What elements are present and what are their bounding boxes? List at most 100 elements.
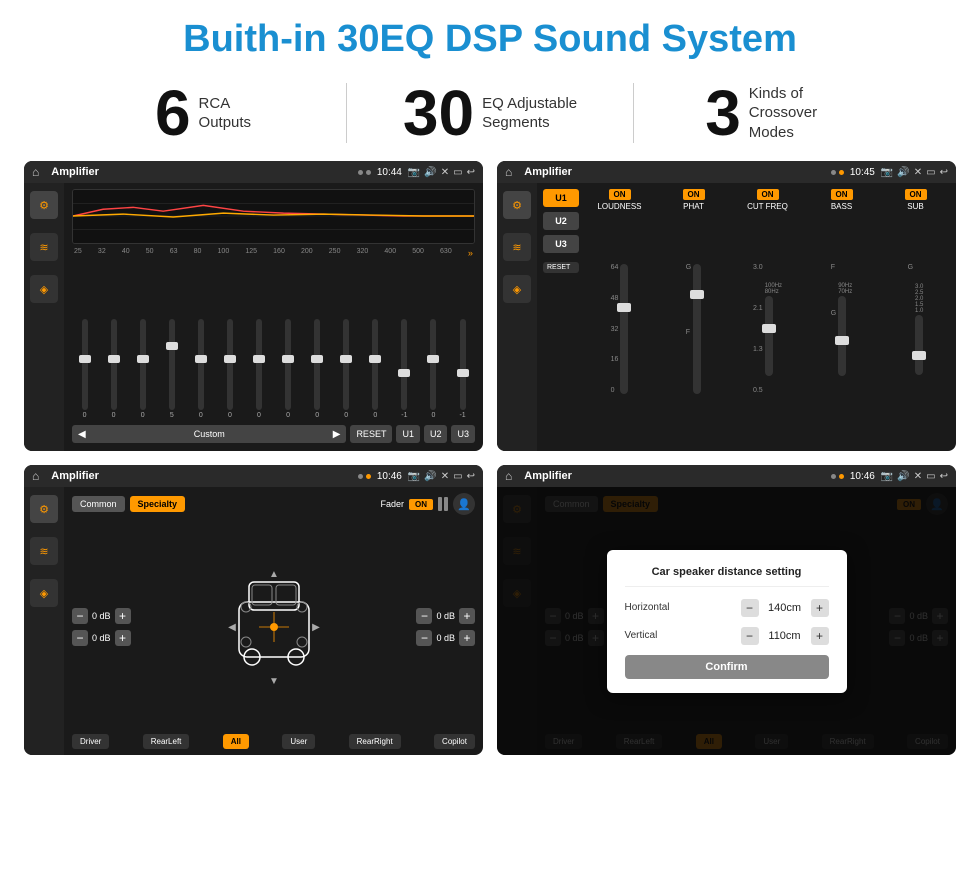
btn-rearright[interactable]: RearRight — [349, 734, 401, 749]
fader-sidebar-btn-3[interactable]: ◈ — [30, 579, 58, 607]
loudness-on[interactable]: ON — [609, 189, 631, 200]
stat-rca: 6 RCAOutputs — [60, 81, 346, 145]
eq-slider-12: -1 — [392, 319, 417, 419]
crossover-reset[interactable]: RESET — [543, 262, 579, 273]
channel-bass: ON BASS FG 90Hz70Hz — [807, 189, 876, 445]
eq-sidebar-btn-1[interactable]: ⚙ — [30, 191, 58, 219]
fader-fl-plus[interactable]: + — [115, 608, 131, 624]
eq-u3-btn[interactable]: U3 — [451, 425, 475, 443]
cutfreq-on[interactable]: ON — [757, 189, 779, 200]
fader-rl-plus[interactable]: + — [115, 630, 131, 646]
eq-u1-btn[interactable]: U1 — [396, 425, 420, 443]
fader-fr-plus[interactable]: + — [459, 608, 475, 624]
status-dots-3 — [358, 474, 371, 479]
horizontal-minus[interactable]: − — [741, 599, 759, 617]
fader-right: − 0 dB + − 0 dB + — [416, 608, 475, 646]
status-bar-3: ⌂ Amplifier 10:46 📷 🔊 ✕ ▭ ↩ — [24, 465, 483, 487]
dialog-vertical-label: Vertical — [625, 630, 658, 641]
cross-sidebar-btn-3[interactable]: ◈ — [503, 275, 531, 303]
close-icon: ✕ — [441, 167, 449, 178]
fader-fr-row: − 0 dB + — [416, 608, 475, 624]
btn-all[interactable]: All — [223, 734, 249, 749]
preset-u3[interactable]: U3 — [543, 235, 579, 253]
loudness-slider-area: 644832160 — [611, 213, 629, 445]
phat-slider[interactable] — [693, 264, 701, 394]
fader-on-toggle[interactable]: ON — [409, 499, 433, 510]
bass-on[interactable]: ON — [831, 189, 853, 200]
phat-on[interactable]: ON — [683, 189, 705, 200]
camera-icon-3: 📷 — [408, 471, 420, 482]
horizontal-plus[interactable]: + — [811, 599, 829, 617]
fader-left: − 0 dB + − 0 dB + — [72, 608, 131, 646]
stat-label-rca: RCAOutputs — [199, 94, 252, 133]
dialog-overlay: Car speaker distance setting Horizontal … — [497, 487, 956, 755]
eq-left-arrow[interactable]: ◀ — [78, 429, 86, 440]
home-icon-1[interactable]: ⌂ — [32, 165, 39, 179]
sub-slider[interactable] — [915, 315, 923, 375]
dialog-vertical-row: Vertical − 110cm + — [625, 627, 829, 645]
screen-crossover: ⌂ Amplifier 10:45 📷 🔊 ✕ ▭ ↩ ⚙ ≋ ◈ — [497, 161, 956, 451]
fader-settings-icon[interactable]: 👤 — [453, 493, 475, 515]
fader-fl-minus[interactable]: − — [72, 608, 88, 624]
eq-slider-10: 0 — [334, 319, 359, 419]
cross-sidebar-btn-2[interactable]: ≋ — [503, 233, 531, 261]
status-icons-3: 📷 🔊 ✕ ▭ ↩ — [408, 471, 475, 482]
eq-right-arrow[interactable]: ▶ — [333, 429, 341, 440]
horizontal-value: 140cm — [765, 602, 805, 614]
eq-sidebar-btn-2[interactable]: ≋ — [30, 233, 58, 261]
sub-on[interactable]: ON — [905, 189, 927, 200]
fader-rr-minus[interactable]: − — [416, 630, 432, 646]
status-bar-4: ⌂ Amplifier 10:46 📷 🔊 ✕ ▭ ↩ — [497, 465, 956, 487]
fader-sidebar-btn-1[interactable]: ⚙ — [30, 495, 58, 523]
preset-u2[interactable]: U2 — [543, 212, 579, 230]
vertical-value: 110cm — [765, 630, 805, 642]
volume-icon-2: 🔊 — [897, 167, 909, 178]
vertical-plus[interactable]: + — [811, 627, 829, 645]
dot-8 — [839, 474, 844, 479]
eq-slider-13: 0 — [421, 319, 446, 419]
preset-u1[interactable]: U1 — [543, 189, 579, 207]
eq-preset-label: Custom — [194, 429, 225, 439]
fader-rr-plus[interactable]: + — [459, 630, 475, 646]
fader-tab-common[interactable]: Common — [72, 496, 125, 512]
eq-freq-labels: 2532405063 80100125160200 25032040050063… — [72, 248, 475, 258]
fader-rl-minus[interactable]: − — [72, 630, 88, 646]
fader-sidebar-btn-2[interactable]: ≋ — [30, 537, 58, 565]
screen-eq: ⌂ Amplifier 10:44 📷 🔊 ✕ ▭ ↩ ⚙ ≋ ◈ — [24, 161, 483, 451]
loudness-slider[interactable] — [620, 264, 628, 394]
fader-rr-val: 0 dB — [436, 633, 455, 643]
btn-copilot[interactable]: Copilot — [434, 734, 475, 749]
home-icon-2[interactable]: ⌂ — [505, 165, 512, 179]
phat-freq: GF — [686, 264, 691, 394]
speaker-distance-dialog: Car speaker distance setting Horizontal … — [607, 550, 847, 693]
back-icon: ↩ — [467, 167, 475, 178]
cutfreq-label: CUT FREQ — [747, 202, 788, 211]
btn-user[interactable]: User — [282, 734, 315, 749]
eq-reset-btn[interactable]: RESET — [350, 425, 392, 443]
cutfreq-slider[interactable] — [765, 296, 773, 376]
stats-row: 6 RCAOutputs 30 EQ AdjustableSegments 3 … — [0, 71, 980, 157]
fader-fr-minus[interactable]: − — [416, 608, 432, 624]
home-icon-3[interactable]: ⌂ — [32, 469, 39, 483]
eq-u2-btn[interactable]: U2 — [424, 425, 448, 443]
eq-sidebar-btn-3[interactable]: ◈ — [30, 275, 58, 303]
volume-icon-3: 🔊 — [424, 471, 436, 482]
vertical-minus[interactable]: − — [741, 627, 759, 645]
eq-custom-btn[interactable]: ◀ Custom ▶ — [72, 425, 346, 443]
crossover-presets: U1 U2 U3 RESET — [543, 189, 579, 445]
stat-label-crossover: Kinds ofCrossover Modes — [749, 84, 849, 143]
fader-tab-specialty[interactable]: Specialty — [130, 496, 186, 512]
eq-slider-11: 0 — [363, 319, 388, 419]
dot-5 — [358, 474, 363, 479]
page-title: Buith-in 30EQ DSP Sound System — [0, 0, 980, 71]
eq-main-area: ⚙ ≋ ◈ — [24, 183, 483, 451]
home-icon-4[interactable]: ⌂ — [505, 469, 512, 483]
stat-number-crossover: 3 — [705, 81, 741, 145]
btn-driver[interactable]: Driver — [72, 734, 109, 749]
cross-sidebar-btn-1[interactable]: ⚙ — [503, 191, 531, 219]
eq-slider-4: 5 — [159, 319, 184, 419]
screenshots-grid: ⌂ Amplifier 10:44 📷 🔊 ✕ ▭ ↩ ⚙ ≋ ◈ — [0, 157, 980, 765]
btn-rearleft[interactable]: RearLeft — [143, 734, 190, 749]
bass-slider[interactable] — [838, 296, 846, 376]
confirm-button[interactable]: Confirm — [625, 655, 829, 679]
